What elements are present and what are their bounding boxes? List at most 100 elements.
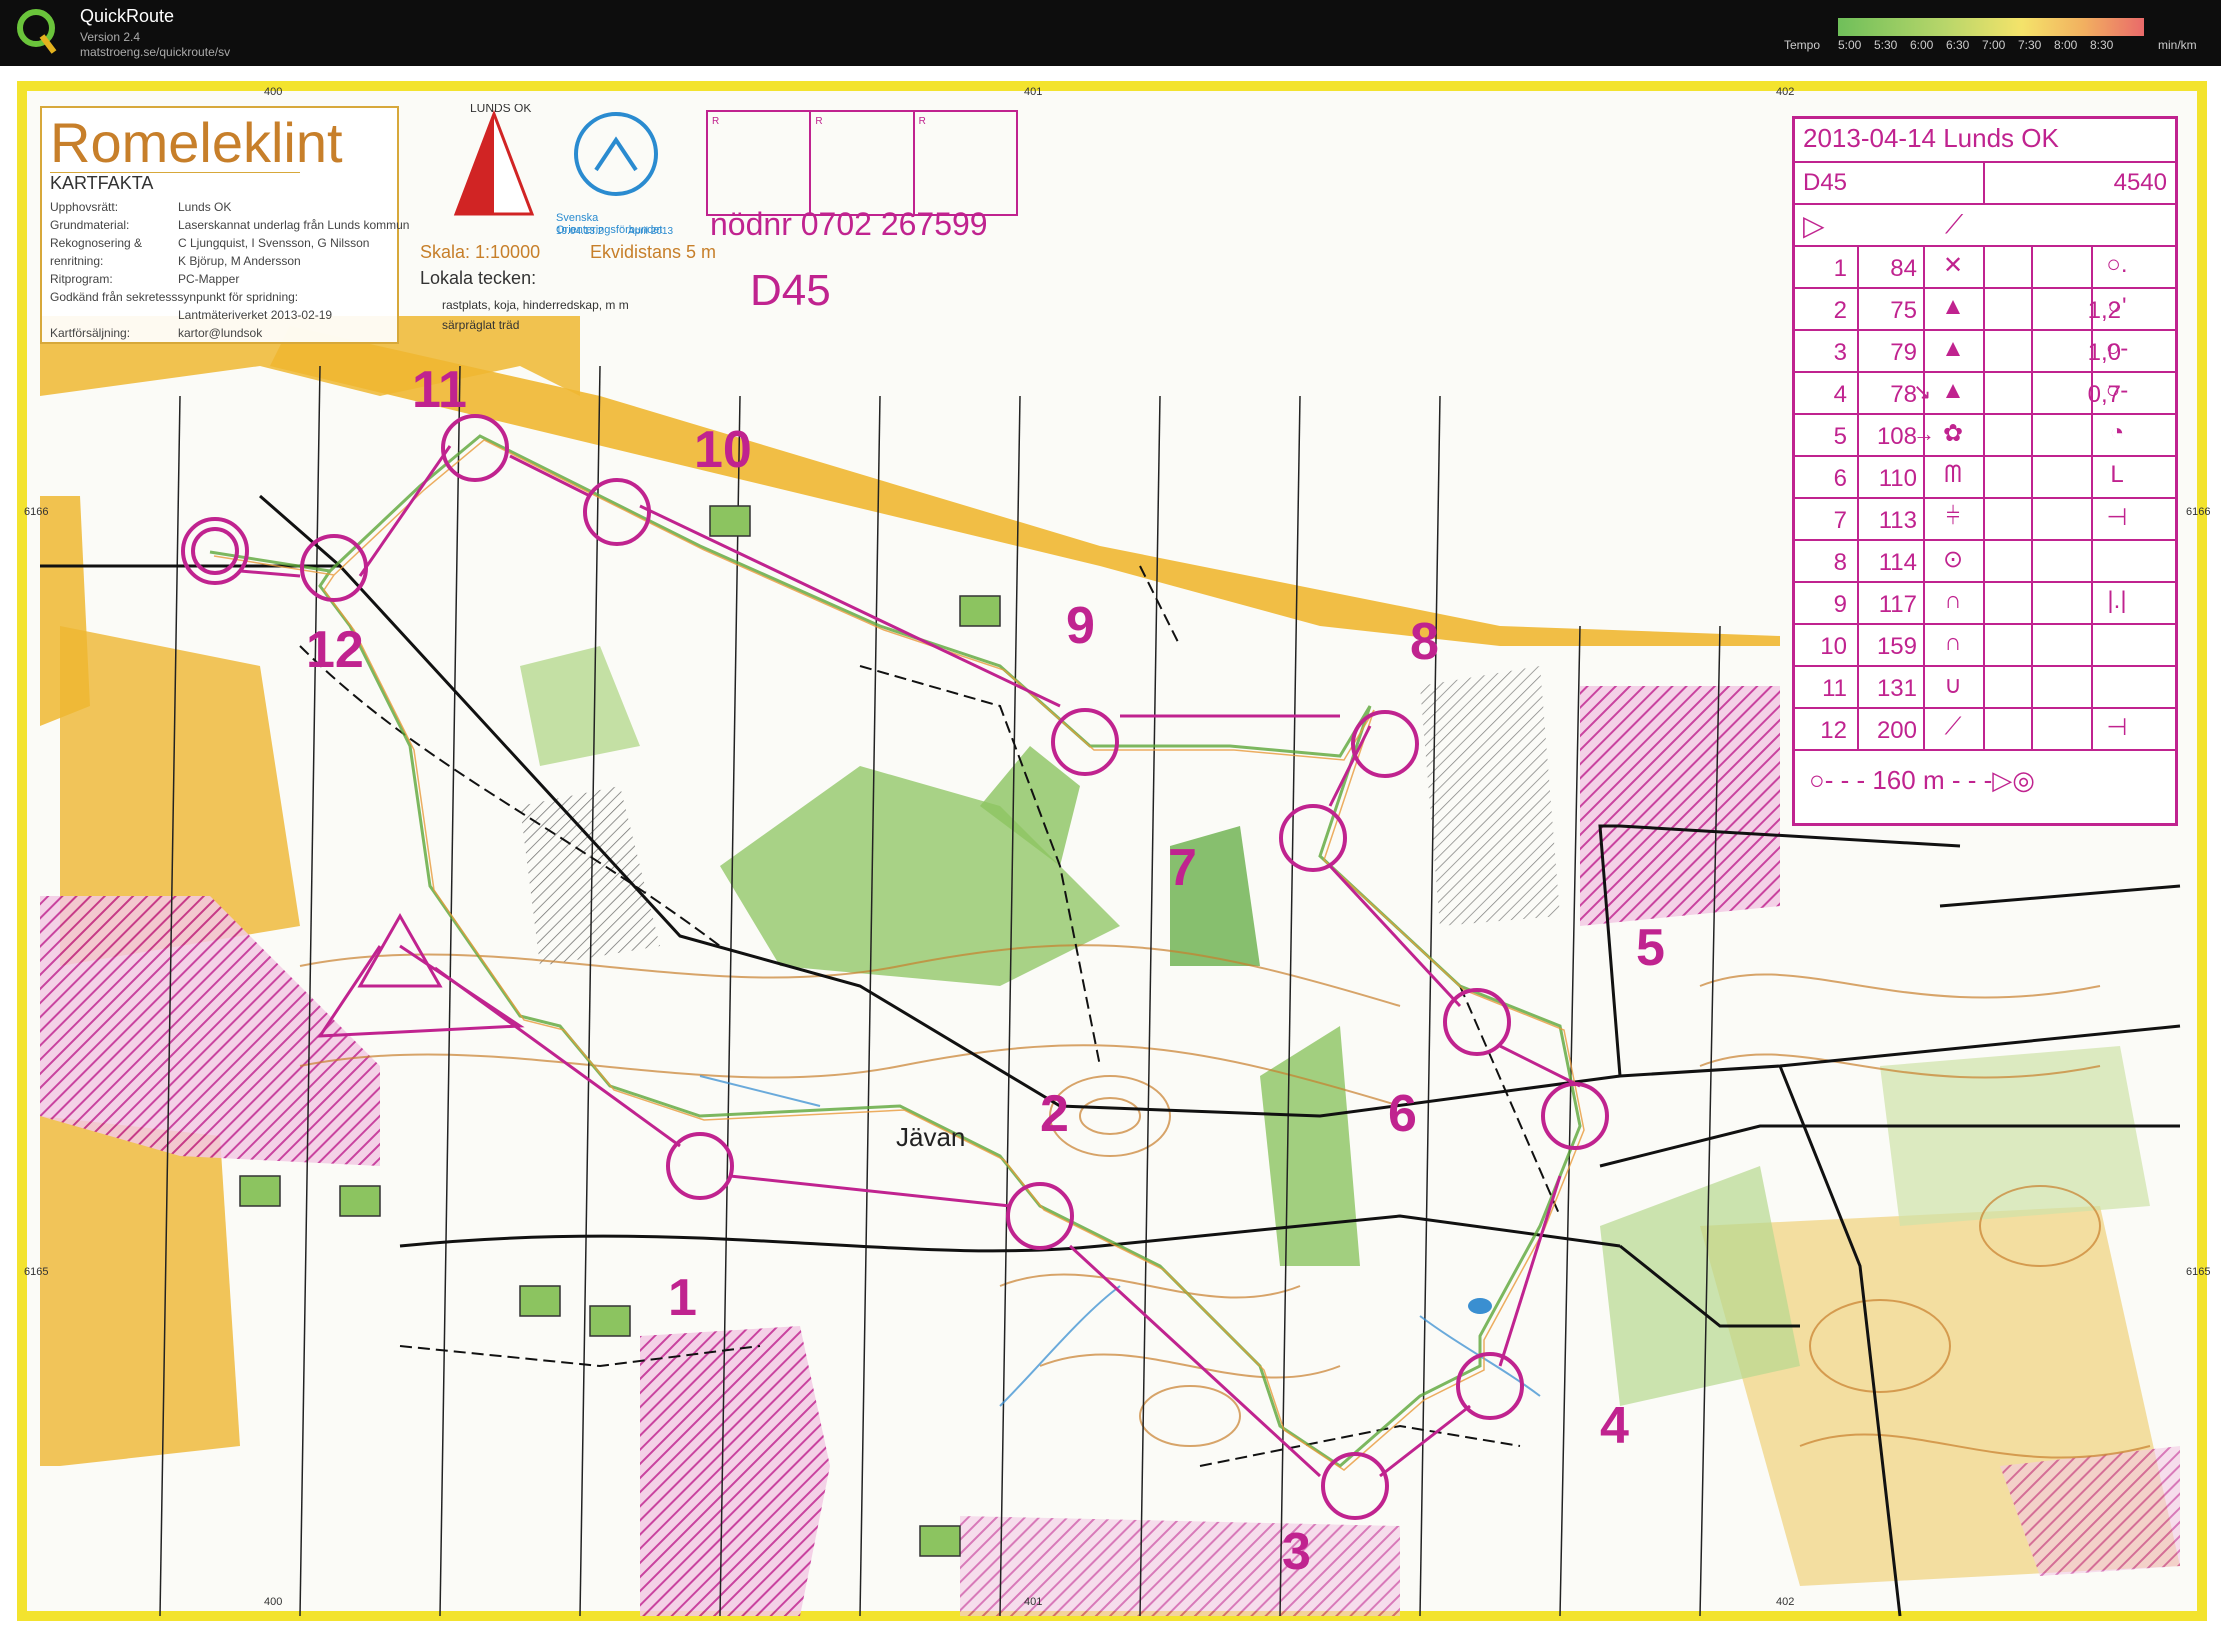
control-feature-icon: ✕ — [1942, 252, 1964, 279]
control-code: 110 — [1878, 465, 1917, 492]
control-number-5: 5 — [1636, 919, 1665, 977]
grid-y-right-1: 6166 — [2186, 506, 2211, 518]
control-number: 5 — [1833, 423, 1847, 450]
start-triangle-icon: ▷ — [1803, 210, 1825, 241]
app-name: QuickRoute — [80, 6, 175, 26]
grid-y-right-2: 6165 — [2186, 1266, 2211, 1278]
federation-logo-icon — [574, 112, 658, 196]
control-location-icon: ○. — [2106, 251, 2128, 278]
fact-row: Kartförsäljning: kartor@lundsok — [50, 326, 263, 340]
control-number: 11 — [1822, 675, 1847, 702]
control-number-3: 3 — [1282, 1523, 1311, 1581]
local-symbols-title: Lokala tecken: — [420, 268, 537, 288]
grid-x-bottom-3: 402 — [1776, 1596, 1795, 1608]
description-control-row: 12 200 ⟋ ⊣ — [1795, 707, 2175, 751]
description-length: 4540 — [2113, 169, 2167, 196]
lunds-ok-logo-icon: LUNDS OK — [453, 104, 535, 216]
app-version: Version 2.4 — [80, 30, 141, 44]
tempo-tick: 6:30 — [1946, 38, 1970, 52]
punch-box: R — [708, 112, 812, 214]
emergency-phone: nödnr 0702 267599 — [710, 206, 988, 242]
control-number: 6 — [1833, 465, 1847, 492]
fact-row: Upphovsrätt: Lunds OK — [50, 200, 232, 214]
description-control-row: 7 113 ⫩ ⊣ — [1795, 497, 2175, 541]
description-class: D45 — [1803, 169, 1848, 196]
local-symbol-1: rastplats, koja, hinderredskap, m m — [442, 298, 629, 312]
fact-row: Ritprogram: PC-Mapper — [50, 272, 240, 286]
tempo-unit: min/km — [2158, 38, 2197, 52]
place-name-javan: Jävan — [896, 1122, 966, 1152]
app-url[interactable]: matstroeng.se/quickroute/sv — [80, 45, 230, 59]
description-date-club: 2013-04-14 Lunds OK — [1803, 123, 2059, 153]
control-feature-icon: ▲ — [1941, 335, 1965, 362]
fact-row: renritning: K Björup, M Andersson — [50, 254, 301, 268]
control-feature-icon: ✿ — [1942, 420, 1964, 447]
description-control-row: 478▲0,7○-↘ — [1795, 371, 2175, 415]
control-code: 108 — [1876, 423, 1917, 450]
control-feature-icon: ∩ — [1944, 629, 1962, 656]
description-control-row: 8 114 ⊙ — [1795, 539, 2175, 583]
grid-y-left-1: 6166 — [24, 506, 49, 518]
control-code: 117 — [1878, 591, 1917, 618]
control-code: 200 — [1876, 717, 1917, 744]
control-number-10: 10 — [694, 421, 752, 479]
federation-month: April 2013 — [628, 226, 674, 237]
app-header: QuickRoute Version 2.4 matstroeng.se/qui… — [0, 0, 2221, 66]
description-control-row: 6 110 ᗰ L — [1795, 455, 2175, 499]
control-code: 84 — [1890, 255, 1917, 282]
control-code: 78 — [1890, 381, 1917, 408]
map-view[interactable]: 1 2 3 4 5 6 7 8 9 10 11 12 Jävan 400 401… — [0, 66, 2221, 1641]
control-feature-icon: ᗰ — [1944, 461, 1962, 488]
grid-x-top-3: 402 — [1776, 86, 1795, 98]
control-number-9: 9 — [1066, 597, 1095, 655]
control-location-icon: |.| — [2107, 587, 2127, 614]
control-number: 12 — [1820, 717, 1847, 744]
control-number-7: 7 — [1168, 839, 1197, 897]
grid-x-top-2: 401 — [1024, 86, 1043, 98]
quickroute-logo-icon — [17, 9, 57, 54]
control-code: 79 — [1890, 339, 1917, 366]
control-number: 1 — [1833, 255, 1847, 282]
fact-row: Rekognosering & C Ljungquist, I Svensson,… — [50, 236, 370, 250]
control-code: 114 — [1878, 549, 1917, 576]
description-control-row: 2 75 ▲ 1,2 ○' — [1795, 287, 2175, 331]
control-number-1: 1 — [668, 1269, 697, 1327]
description-finish-row: ○- - - 160 m - - -▷◎ — [1795, 749, 2175, 821]
control-number: 3 — [1833, 339, 1847, 366]
control-code: 113 — [1878, 507, 1917, 534]
control-number: 7 — [1833, 507, 1847, 534]
map-scale: Skala: 1:10000 — [420, 242, 541, 262]
tempo-tick: 6:00 — [1910, 38, 1934, 52]
local-symbol-2: särpräglat träd — [442, 318, 520, 332]
control-feature-icon: ∩ — [1944, 587, 1962, 614]
control-number: 2 — [1833, 297, 1847, 324]
description-control-row: 11 131 ∪ — [1795, 665, 2175, 709]
tempo-label: Tempo — [1784, 38, 1821, 52]
grid-x-bottom-1: 400 — [264, 1596, 283, 1608]
control-number: 9 — [1833, 591, 1847, 618]
fact-row: Godkänd från sekretesssynpunkt för sprid… — [50, 290, 299, 304]
tempo-tick: 5:00 — [1838, 38, 1862, 52]
control-number: 10 — [1820, 633, 1847, 660]
tempo-tick: 5:30 — [1874, 38, 1898, 52]
crossing-icon: ⟋ — [1945, 209, 1964, 239]
control-feature-icon: ⟋ — [1944, 713, 1962, 740]
control-number-2: 2 — [1040, 1085, 1069, 1143]
control-feature-icon: ▲ — [1941, 293, 1965, 320]
grid-x-top-1: 400 — [264, 86, 283, 98]
grid-x-bottom-2: 401 — [1024, 1596, 1043, 1608]
control-location-icon: ⊣ — [2106, 504, 2128, 531]
contour-interval: Ekvidistans 5 m — [590, 242, 717, 262]
control-description-sheet: 2013-04-14 Lunds OK D45 4540 ▷ ⟋ 1 84 ✕ ○. 2… — [1792, 116, 2178, 826]
control-location-icon: L — [2110, 461, 2124, 488]
tempo-tick: 7:00 — [1982, 38, 2006, 52]
control-number: 8 — [1833, 549, 1847, 576]
punch-boxes: R R R — [706, 110, 1018, 216]
control-feature-icon: ▲ — [1941, 377, 1965, 404]
description-control-row: 9 117 ∩ |.| — [1795, 581, 2175, 625]
control-number-6: 6 — [1388, 1085, 1417, 1143]
control-code: 159 — [1876, 633, 1917, 660]
fact-row: Grundmaterial: Laserskannat underlag från… — [50, 218, 410, 232]
control-location-icon: ○- — [2105, 377, 2129, 404]
control-code: 75 — [1890, 297, 1917, 324]
